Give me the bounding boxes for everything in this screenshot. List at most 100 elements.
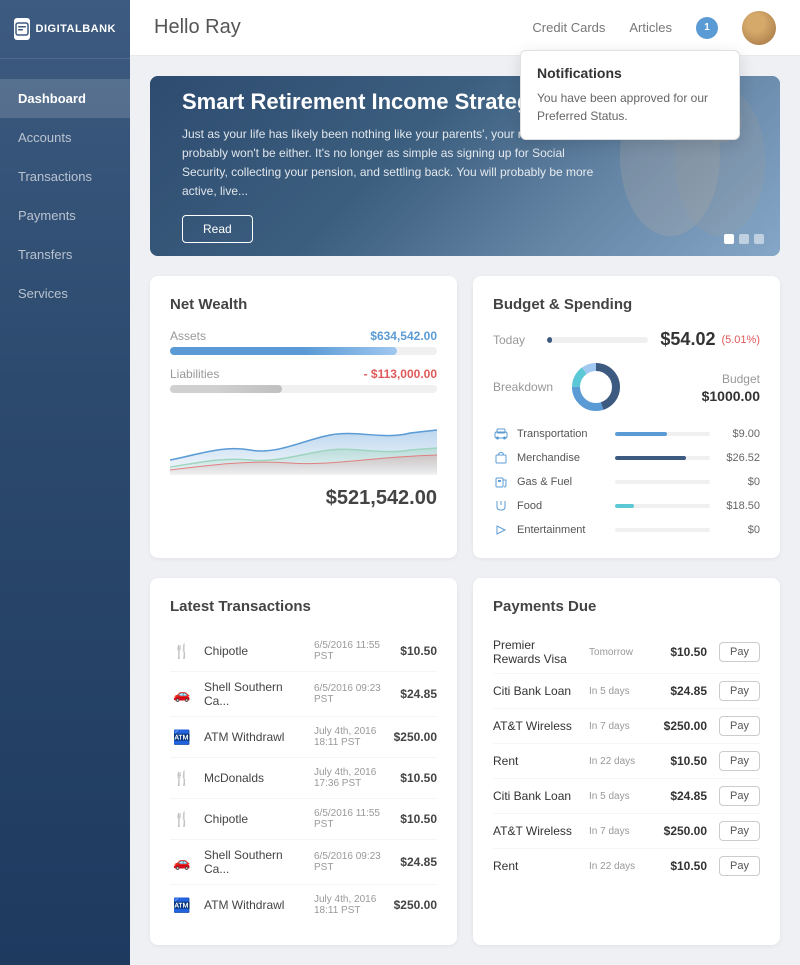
tx-date-5: 6/5/2016 11:55 PST (314, 808, 390, 830)
transportation-icon (493, 426, 509, 442)
pay-name-4: Rent (493, 754, 583, 768)
budget-item-gas: Gas & Fuel $0 (493, 474, 760, 490)
sidebar-item-accounts[interactable]: Accounts (0, 118, 130, 157)
logo-text: DIGITALBANK (36, 23, 116, 35)
sidebar-item-payments[interactable]: Payments (0, 196, 130, 235)
budget-breakdown-row: Breakdown Budget (493, 360, 760, 414)
page-title: Hello Ray (154, 16, 241, 39)
tx-name-4: McDonalds (204, 771, 304, 785)
budget-total-wrap: Budget $1000.00 (702, 370, 760, 404)
sidebar-item-services[interactable]: Services (0, 274, 130, 313)
pay-amount-6: $250.00 (655, 824, 707, 838)
table-row: 🏧 ATM Withdrawl July 4th, 2016 18:11 PST… (170, 885, 437, 925)
banner-dots (724, 234, 764, 244)
sidebar-item-dashboard[interactable]: Dashboard (0, 79, 130, 118)
transactions-title: Latest Transactions (170, 598, 437, 615)
tx-name-7: ATM Withdrawl (204, 898, 304, 912)
atm2-tx-icon: 🏧 (170, 893, 194, 917)
pay-amount-3: $250.00 (655, 719, 707, 733)
liabilities-label-row: Liabilities - $113,000.00 (170, 367, 437, 381)
table-row: 🍴 Chipotle 6/5/2016 11:55 PST $10.50 (170, 799, 437, 840)
transactions-card: Latest Transactions 🍴 Chipotle 6/5/2016 … (150, 578, 457, 945)
tx-date-1: 6/5/2016 11:55 PST (314, 640, 390, 662)
notification-badge: 1 (696, 17, 718, 39)
header-nav-articles[interactable]: Articles (629, 20, 672, 35)
merchandise-val: $26.52 (718, 452, 760, 464)
net-wealth-total: $521,542.00 (170, 487, 437, 510)
pay-button-5[interactable]: Pay (719, 786, 760, 806)
pay-due-4: In 22 days (589, 756, 649, 767)
pay-button-3[interactable]: Pay (719, 716, 760, 736)
pay-button-1[interactable]: Pay (719, 642, 760, 662)
pay-name-3: AT&T Wireless (493, 719, 583, 733)
tx-amount-4: $10.50 (400, 771, 437, 785)
donut-chart (569, 360, 623, 414)
banner-dot-1[interactable] (724, 234, 734, 244)
sidebar-item-transfers[interactable]: Transfers (0, 235, 130, 274)
pay-amount-5: $24.85 (655, 789, 707, 803)
tx-date-4: July 4th, 2016 17:36 PST (314, 767, 390, 789)
entertainment-bar-bg (615, 528, 710, 532)
sidebar-nav: Dashboard Accounts Transactions Payments… (0, 79, 130, 313)
logo[interactable]: DIGITALBANK (0, 0, 130, 59)
pay-amount-4: $10.50 (655, 754, 707, 768)
header-nav-credit-cards[interactable]: Credit Cards (532, 20, 605, 35)
budget-card: Budget & Spending Today $54.02 (5.01%) B… (473, 276, 780, 558)
cards-row: Net Wealth Assets $634,542.00 Liabilitie… (150, 276, 780, 558)
pay-amount-7: $10.50 (655, 859, 707, 873)
budget-title: Budget & Spending (493, 296, 760, 313)
banner-read-button[interactable]: Read (182, 215, 253, 243)
notification-popup: Notifications You have been approved for… (520, 50, 740, 140)
today-bar-bg (547, 337, 648, 343)
pay-button-6[interactable]: Pay (719, 821, 760, 841)
food-tx-icon: 🍴 (170, 639, 194, 663)
merchandise-label: Merchandise (517, 452, 607, 464)
notification-popup-text: You have been approved for our Preferred… (537, 89, 723, 125)
liabilities-row: Liabilities - $113,000.00 (170, 367, 437, 393)
food-label: Food (517, 500, 607, 512)
pay-button-2[interactable]: Pay (719, 681, 760, 701)
tx-name-6: Shell Southern Ca... (204, 848, 304, 876)
assets-bar-bg (170, 347, 437, 355)
table-row: 🏧 ATM Withdrawl July 4th, 2016 18:11 PST… (170, 717, 437, 758)
gas-val: $0 (718, 476, 760, 488)
table-row: AT&T Wireless In 7 days $250.00 Pay (493, 709, 760, 744)
notification-button[interactable]: 1 (696, 17, 718, 39)
avatar-image (742, 11, 776, 45)
assets-bar-fill (170, 347, 397, 355)
sidebar-item-transactions[interactable]: Transactions (0, 157, 130, 196)
breakdown-label: Breakdown (493, 380, 553, 394)
table-row: Citi Bank Loan In 5 days $24.85 Pay (493, 674, 760, 709)
logo-icon (14, 18, 30, 40)
payments-card: Payments Due Premier Rewards Visa Tomorr… (473, 578, 780, 945)
table-row: Citi Bank Loan In 5 days $24.85 Pay (493, 779, 760, 814)
today-label: Today (493, 333, 525, 347)
tx-amount-7: $250.00 (394, 898, 437, 912)
pay-button-4[interactable]: Pay (719, 751, 760, 771)
tx-date-6: 6/5/2016 09:23 PST (314, 851, 390, 873)
table-row: Rent In 22 days $10.50 Pay (493, 849, 760, 883)
gas-bar-bg (615, 480, 710, 484)
food-bar-bg (615, 504, 710, 508)
sidebar: DIGITALBANK Dashboard Accounts Transacti… (0, 0, 130, 965)
gas-icon (493, 474, 509, 490)
table-row: 🚗 Shell Southern Ca... 6/5/2016 09:23 PS… (170, 672, 437, 717)
budget-amount-val: $1000.00 (702, 388, 760, 404)
liabilities-bar-fill (170, 385, 282, 393)
banner-dot-2[interactable] (739, 234, 749, 244)
assets-label: Assets (170, 329, 206, 343)
pay-amount-2: $24.85 (655, 684, 707, 698)
pay-amount-1: $10.50 (655, 645, 707, 659)
net-wealth-chart (170, 405, 437, 475)
banner-dot-3[interactable] (754, 234, 764, 244)
food-bar-fill (615, 504, 634, 508)
tx-amount-3: $250.00 (394, 730, 437, 744)
transport-bar-bg (615, 432, 710, 436)
pay-due-2: In 5 days (589, 686, 649, 697)
food3-tx-icon: 🍴 (170, 807, 194, 831)
tx-amount-5: $10.50 (400, 812, 437, 826)
pay-button-7[interactable]: Pay (719, 856, 760, 876)
pay-name-1: Premier Rewards Visa (493, 638, 583, 666)
avatar[interactable] (742, 11, 776, 45)
budget-item-food: Food $18.50 (493, 498, 760, 514)
